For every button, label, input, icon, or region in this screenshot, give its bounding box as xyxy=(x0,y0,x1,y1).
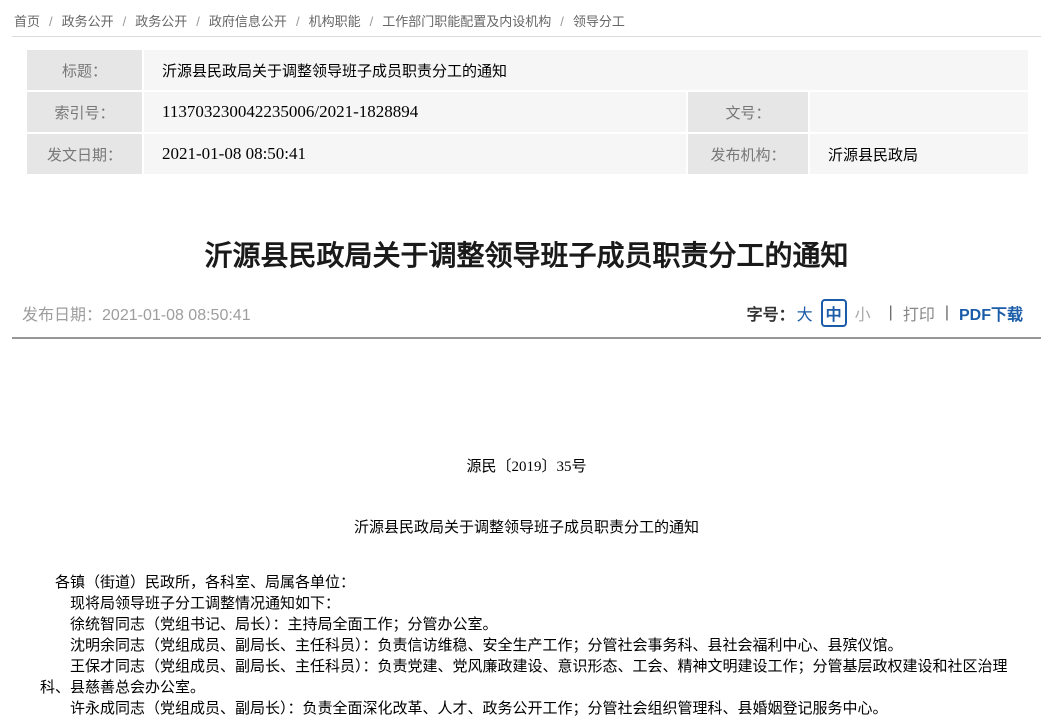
breadcrumb-separator: / xyxy=(370,14,374,29)
meta-title-value: 沂源县民政局关于调整领导班子成员职责分工的通知 xyxy=(144,50,1028,90)
toolbar-separator: | xyxy=(945,304,949,322)
meta-index-label: 索引号： xyxy=(27,92,142,132)
article-paragraph: 许永成同志（党组成员、副局长）：负责全面深化改革、人才、政务公开工作；分管社会组… xyxy=(40,699,1033,720)
article-body: 源民〔2019〕35号 沂源县民政局关于调整领导班子成员职责分工的通知 各镇（街… xyxy=(0,457,1053,720)
meta-docnum-value xyxy=(810,92,1028,132)
article-paragraph: 沈明余同志（党组成员、副局长、主任科员）：负责信访维稳、安全生产工作；分管社会事… xyxy=(40,636,1033,657)
breadcrumb-separator: / xyxy=(296,14,300,29)
page-title: 沂源县民政局关于调整领导班子成员职责分工的通知 xyxy=(0,236,1053,276)
breadcrumb-item[interactable]: 政务公开 xyxy=(62,14,114,29)
table-row: 发文日期： 2021-01-08 08:50:41 发布机构： 沂源县民政局 xyxy=(27,134,1028,174)
publish-date: 发布日期：2021-01-08 08:50:41 xyxy=(22,301,251,325)
article-paragraph: 徐统智同志（党组书记、局长）：主持局全面工作；分管办公室。 xyxy=(40,615,1033,636)
content-divider xyxy=(12,337,1041,339)
breadcrumb-item[interactable]: 领导分工 xyxy=(573,14,625,29)
breadcrumb-separator: / xyxy=(123,14,127,29)
article-paragraph: 王保才同志（党组成员、副局长、主任科员）：负责党建、党风廉政建设、意识形态、工会… xyxy=(40,657,1033,699)
meta-date-label: 发文日期： xyxy=(27,134,142,174)
breadcrumb-divider xyxy=(12,36,1041,37)
toolbar-separator: | xyxy=(889,304,893,322)
meta-agency-value: 沂源县民政局 xyxy=(810,134,1028,174)
publish-date-label: 发布日期： xyxy=(22,307,102,324)
article-paragraph: 现将局领导班子分工调整情况通知如下： xyxy=(40,594,1033,615)
breadcrumb-item[interactable]: 首页 xyxy=(14,14,40,29)
font-size-controls: 字号： 大 中 小 | 打印 | PDF下载 xyxy=(747,299,1023,327)
breadcrumb-separator: / xyxy=(196,14,200,29)
pdf-download-button[interactable]: PDF下载 xyxy=(959,301,1023,325)
document-title: 沂源县民政局关于调整领导班子成员职责分工的通知 xyxy=(0,518,1053,539)
breadcrumb-separator: / xyxy=(49,14,53,29)
article-paragraph: 各镇（街道）民政所，各科室、局属各单位： xyxy=(40,573,1033,594)
article-toolbar: 发布日期：2021-01-08 08:50:41 字号： 大 中 小 | 打印 … xyxy=(0,298,1053,328)
article-paragraphs: 各镇（街道）民政所，各科室、局属各单位：现将局领导班子分工调整情况通知如下：徐统… xyxy=(0,573,1053,720)
font-size-small-button[interactable]: 小 xyxy=(855,301,871,325)
breadcrumb-item[interactable]: 工作部门职能配置及内设机构 xyxy=(382,14,551,29)
breadcrumb-item[interactable]: 政务公开 xyxy=(135,14,187,29)
font-size-medium-button[interactable]: 中 xyxy=(821,299,847,327)
breadcrumb-item[interactable]: 政府信息公开 xyxy=(209,14,287,29)
meta-title-label: 标题： xyxy=(27,50,142,90)
breadcrumb-item[interactable]: 机构职能 xyxy=(309,14,361,29)
font-size-label: 字号： xyxy=(747,301,795,325)
document-meta-table: 标题： 沂源县民政局关于调整领导班子成员职责分工的通知 索引号： 1137032… xyxy=(25,48,1030,176)
meta-index-value: 113703230042235006/2021-1828894 xyxy=(144,92,686,132)
publish-date-value: 2021-01-08 08:50:41 xyxy=(102,307,251,324)
table-row: 索引号： 113703230042235006/2021-1828894 文号： xyxy=(27,92,1028,132)
breadcrumb-separator: / xyxy=(560,14,564,29)
document-number: 源民〔2019〕35号 xyxy=(0,457,1053,478)
print-button[interactable]: 打印 xyxy=(903,301,935,325)
meta-agency-label: 发布机构： xyxy=(688,134,808,174)
font-size-large-button[interactable]: 大 xyxy=(797,301,813,325)
meta-docnum-label: 文号： xyxy=(688,92,808,132)
breadcrumb: 首页 / 政务公开 / 政务公开 / 政府信息公开 / 机构职能 / 工作部门职能配置及内设机构 / 领… xyxy=(0,0,1053,36)
meta-date-value: 2021-01-08 08:50:41 xyxy=(144,134,686,174)
table-row: 标题： 沂源县民政局关于调整领导班子成员职责分工的通知 xyxy=(27,50,1028,90)
